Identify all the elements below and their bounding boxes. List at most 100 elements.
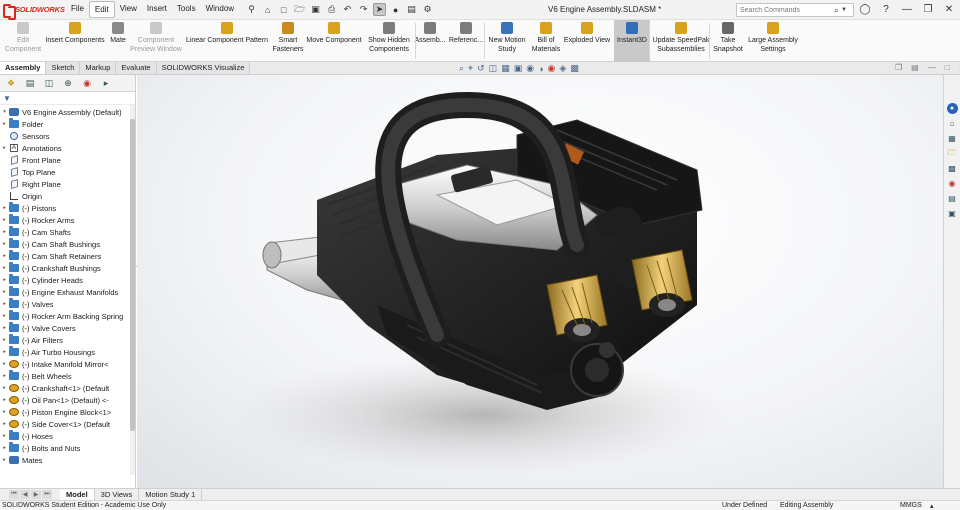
expand-arrow-icon[interactable]: ▸ [0,241,9,247]
tree-item[interactable]: ▸ (-) Valve Covers [0,322,135,334]
solidworks-logo[interactable]: SOLIDWORKS [0,3,66,20]
display-style-icon[interactable]: ◉ [526,63,534,74]
tree-item[interactable]: ▸ (-) Pistons [0,202,135,214]
cmd-show-hidden-components-button[interactable]: Show Hidden Components [366,20,412,62]
expand-arrow-icon[interactable]: ▸ [0,325,9,331]
cmd-smart-fasteners-button[interactable]: Smart Fasteners [270,20,306,62]
expand-arrow-icon[interactable]: ▸ [0,217,9,223]
tree-item[interactable]: ▸ (-) Oil Pan<1> (Default) <- [0,394,135,406]
expand-arrow-icon[interactable]: ▸ [0,445,9,451]
zoom-to-area-icon[interactable]: ⌖ [468,63,473,74]
pin-icon[interactable]: ⚲ [245,3,258,16]
menu-tools[interactable]: Tools [172,1,201,18]
forum-icon[interactable]: ▣ [947,208,958,219]
expand-arrow-icon[interactable]: ▸ [0,253,9,259]
tab-solidworks-visualize[interactable]: SOLIDWORKS Visualize [156,62,251,74]
view-palette-icon[interactable]: ▩ [947,163,958,174]
zoom-to-fit-icon[interactable]: ⌕ [459,63,464,74]
first-tab-icon[interactable]: ⏮ [9,490,19,499]
undo-icon[interactable]: ↶ [341,3,354,16]
expand-arrow-icon[interactable]: ▸ [0,349,9,355]
next-tab-icon[interactable]: ▶ [31,490,41,499]
help-icon[interactable]: ? [879,2,893,17]
cmd-update-speedpak-subassemblies-button[interactable]: Update SpeedPak Subassemblies [652,20,710,62]
expand-arrow-icon[interactable]: ▸ [0,289,9,295]
tree-item[interactable]: ▸ (-) Cam Shafts [0,226,135,238]
search-commands-box[interactable]: ⌕ ▼ [736,3,854,17]
minimize-icon[interactable]: — [900,2,914,17]
feature-manager-tab-icon[interactable]: ❖ [3,77,19,90]
menu-view[interactable]: View [115,1,142,18]
last-tab-icon[interactable]: ⏭ [42,490,52,499]
cmd-new-motion-study-button[interactable]: New Motion Study [485,20,529,62]
expand-arrow-icon[interactable]: ▸ [0,421,9,427]
select-icon[interactable]: ➤ [373,3,387,16]
cmd-take-snapshot-button[interactable]: Take Snapshot [711,20,745,62]
rebuild-icon[interactable]: ● [389,3,402,16]
redo-icon[interactable]: ↷ [357,3,370,16]
search-dropdown-icon[interactable]: ▼ [841,7,847,13]
doc-maximize-icon[interactable]: □ [945,63,950,72]
tab-motion-study-1[interactable]: Motion Study 1 [139,489,203,500]
expand-arrow-icon[interactable]: ▸ [0,373,9,379]
tree-item[interactable]: ▸ (-) Engine Exhaust Manifolds [0,286,135,298]
menu-file[interactable]: File [66,1,89,18]
tree-item[interactable]: ▸ (-) Cam Shaft Bushings [0,238,135,250]
expand-arrow-icon[interactable]: ▸ [0,361,9,367]
tree-item[interactable]: ▸ (-) Rocker Arm Backing Spring [0,310,135,322]
open-icon[interactable]: 🗁 [293,3,306,16]
section-view-icon[interactable]: ◫ [489,63,498,74]
expand-arrow-icon[interactable]: ▸ [0,229,9,235]
cmd-bill-of-materials-button[interactable]: Bill of Materials [530,20,562,62]
tree-item[interactable]: ▸ A Annotations [0,142,135,154]
collapse-icon[interactable]: ▾ [0,109,9,115]
expand-arrow-icon[interactable]: ▸ [0,433,9,439]
tree-item[interactable]: Right Plane [0,178,135,190]
restore-icon[interactable]: ❐ [921,2,935,17]
menu-edit[interactable]: Edit [88,1,115,18]
previous-view-icon[interactable]: ↺ [477,63,485,74]
tree-item[interactable]: ▸ (-) Piston Engine Block<1> [0,406,135,418]
tree-item[interactable]: ▸ (-) Intake Manifold Mirror< [0,358,135,370]
display-manager-tab-icon[interactable]: ◉ [79,77,95,90]
file-properties-icon[interactable]: ▤ [405,3,418,16]
tree-item[interactable]: Sensors [0,130,135,142]
tree-item[interactable]: ▸ Folder [0,118,135,130]
dimxpert-tab-icon[interactable]: ⊕ [60,77,76,90]
filter-row[interactable]: ▼ [0,92,135,105]
cmd-move-component-button[interactable]: Move Component [305,20,363,62]
search-commands-input[interactable] [740,6,832,14]
status-units[interactable]: MMGS [900,502,922,509]
tree-item[interactable]: Top Plane [0,166,135,178]
print-icon[interactable]: ⎙ [325,3,338,16]
property-manager-tab-icon[interactable]: ▤ [22,77,38,90]
tree-scrollbar[interactable] [130,105,135,475]
view-orientation-icon[interactable]: ▣ [514,63,523,74]
design-library-icon[interactable]: ▦ [947,133,958,144]
tree-root-assembly[interactable]: ▾ V6 Engine Assembly (Default) [0,106,135,118]
expand-arrow-icon[interactable]: ▸ [0,277,9,283]
cmd-large-assembly-settings-button[interactable]: Large Assembly Settings [745,20,801,62]
tree-item[interactable]: ▸ (-) Valves [0,298,135,310]
doc-tile-icon[interactable]: ▤ [911,63,919,72]
filter-icon[interactable]: ▼ [3,94,11,103]
custom-properties-icon[interactable]: ▤ [947,193,958,204]
tree-item[interactable]: ▸ Mates [0,454,135,466]
cmd-referenc-button[interactable]: Referenc... [447,20,485,62]
tab-sketch[interactable]: Sketch [46,62,81,74]
close-icon[interactable]: ✕ [942,2,956,17]
appearances-icon[interactable]: ◉ [947,178,958,189]
engine-model-render[interactable] [137,75,943,488]
search-icon[interactable]: ⌕ [834,5,839,16]
solidworks-resources-icon[interactable]: ● [946,103,958,114]
previous-tab-icon[interactable]: ◀ [20,490,30,499]
tree-item[interactable]: ▸ (-) Crankshaft Bushings [0,262,135,274]
expand-arrow-icon[interactable]: ▸ [0,205,9,211]
cmd-edit-component-button[interactable]: Edit Component [0,20,46,62]
cmd-exploded-view-button[interactable]: Exploded View [563,20,611,62]
expand-arrow-icon[interactable]: ▸ [0,337,9,343]
file-explorer-icon[interactable]: 🗁 [947,148,958,159]
doc-minimize-icon[interactable]: — [928,63,936,72]
cmd-mate-button[interactable]: Mate [106,20,130,62]
cmd-instant3d-button[interactable]: Instant3D [614,20,650,62]
